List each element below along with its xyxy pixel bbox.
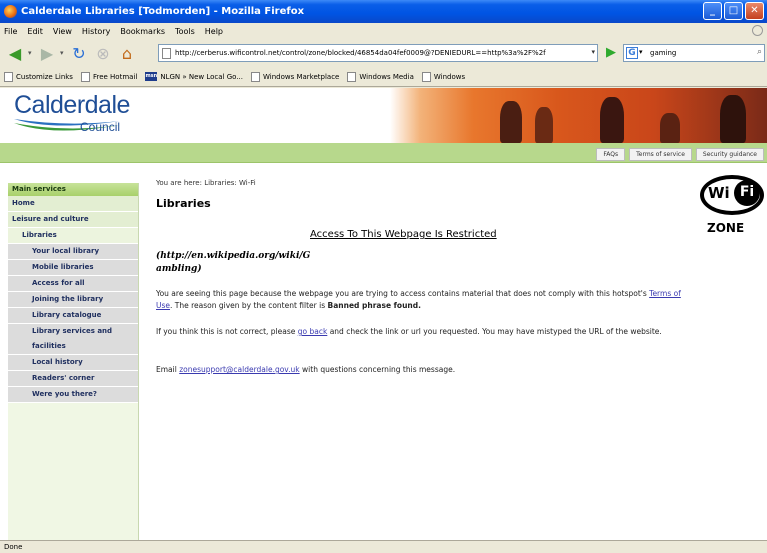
search-engine-dropdown-icon[interactable]: ▾ xyxy=(639,48,643,56)
site-logo-sub: Council xyxy=(80,120,121,134)
sidebar-item-readers-corner[interactable]: Readers' corner xyxy=(8,371,138,387)
block-explanation: You are seeing this page because the web… xyxy=(156,289,681,310)
site-header: Calderdale Council xyxy=(0,88,767,143)
forward-history-dropdown[interactable]: ▾ xyxy=(60,49,68,57)
go-button[interactable]: ▶ xyxy=(603,44,619,62)
sidebar-item-leisure-and-culture[interactable]: Leisure and culture xyxy=(8,212,138,228)
msn-icon: msn xyxy=(145,72,158,81)
reload-button[interactable]: ↻ xyxy=(68,42,90,64)
menu-edit[interactable]: Edit xyxy=(27,27,43,36)
minimize-button[interactable]: _ xyxy=(703,2,722,20)
sidebar-item-library-services[interactable]: Library services and facilities xyxy=(8,324,138,355)
wifi-zone-label: ZONE xyxy=(707,221,745,235)
sidebar-item-mobile-libraries[interactable]: Mobile libraries xyxy=(8,260,138,276)
sidebar-item-home[interactable]: Home xyxy=(8,196,138,212)
page-content: Calderdale Council FAQs Terms of service… xyxy=(0,88,767,540)
firefox-icon xyxy=(4,5,17,18)
support-email-link[interactable]: zonesupport@calderdale.gov.uk xyxy=(179,365,299,374)
search-text: gaming xyxy=(650,49,677,57)
google-icon[interactable]: G xyxy=(626,47,638,59)
restricted-heading: Access To This Webpage Is Restricted xyxy=(310,229,497,240)
bookmark-windows[interactable]: Windows xyxy=(421,71,465,82)
header-banner-image xyxy=(390,88,767,143)
menu-help[interactable]: Help xyxy=(205,27,223,36)
wifi-zone-logo: Wi Fi ZONE xyxy=(698,175,764,255)
forward-button[interactable]: ▶ xyxy=(36,42,58,64)
faqs-link[interactable]: FAQs xyxy=(596,148,626,161)
url-bar[interactable]: http://cerberus.wificontrol.net/control/… xyxy=(158,44,598,62)
go-back-link[interactable]: go back xyxy=(298,327,328,336)
maximize-button[interactable]: □ xyxy=(724,2,743,20)
sidebar-heading: Main services xyxy=(8,183,138,196)
page-title: Libraries xyxy=(156,197,211,210)
sidebar-item-joining-the-library[interactable]: Joining the library xyxy=(8,292,138,308)
page-icon xyxy=(250,71,260,82)
bookmark-customize-links[interactable]: Customize Links xyxy=(4,71,73,82)
bookmark-windows-media[interactable]: Windows Media xyxy=(347,71,414,82)
home-button[interactable]: ⌂ xyxy=(116,42,138,64)
terms-of-service-link[interactable]: Terms of service xyxy=(629,148,692,161)
sidebar-item-libraries[interactable]: Libraries xyxy=(8,228,138,244)
navigation-toolbar: ◀ ▾ ▶ ▾ ↻ ⊗ ⌂ http://cerberus.wificontro… xyxy=(0,39,767,67)
sidebar-item-your-local-library[interactable]: Your local library xyxy=(8,244,138,260)
window-title: Calderdale Libraries [Todmorden] - Mozil… xyxy=(21,6,305,17)
top-links: FAQs Terms of service Security guidance xyxy=(596,148,764,161)
site-nav-bar: FAQs Terms of service Security guidance xyxy=(0,143,767,163)
main-content: You are here: Libraries: Wi-Fi Libraries… xyxy=(140,163,767,540)
search-bar[interactable]: G ▾ gaming ⌕ xyxy=(623,44,765,62)
page-icon xyxy=(80,71,90,82)
bookmarks-toolbar: Customize Links Free Hotmail msn NLGN » N… xyxy=(0,67,767,87)
status-bar: Done xyxy=(0,540,767,553)
sidebar-item-access-for-all[interactable]: Access for all xyxy=(8,276,138,292)
breadcrumb: You are here: Libraries: Wi-Fi xyxy=(156,179,256,187)
page-icon xyxy=(421,71,431,82)
page-icon xyxy=(162,48,171,59)
bookmark-nlgn[interactable]: msn NLGN » New Local Go... xyxy=(145,72,243,81)
back-button[interactable]: ◀ xyxy=(4,42,26,64)
back-history-dropdown[interactable]: ▾ xyxy=(28,49,36,57)
bookmark-windows-marketplace[interactable]: Windows Marketplace xyxy=(250,71,339,82)
support-email-paragraph: Email zonesupport@calderdale.gov.uk with… xyxy=(156,365,456,374)
sidebar: Main services Home Leisure and culture L… xyxy=(8,183,139,540)
url-dropdown-icon[interactable]: ▾ xyxy=(591,48,595,56)
throbber-icon xyxy=(752,25,763,36)
go-back-paragraph: If you think this is not correct, please… xyxy=(156,327,662,336)
url-text: http://cerberus.wificontrol.net/control/… xyxy=(175,49,546,57)
sidebar-item-local-history[interactable]: Local history xyxy=(8,355,138,371)
sidebar-item-were-you-there[interactable]: Were you there? xyxy=(8,387,138,403)
menu-bar: File Edit View History Bookmarks Tools H… xyxy=(0,23,767,39)
menu-view[interactable]: View xyxy=(53,27,72,36)
menu-history[interactable]: History xyxy=(82,27,110,36)
menu-tools[interactable]: Tools xyxy=(175,27,195,36)
page-icon xyxy=(4,71,13,82)
page-icon xyxy=(347,71,357,82)
window-titlebar: Calderdale Libraries [Todmorden] - Mozil… xyxy=(0,0,767,23)
security-guidance-link[interactable]: Security guidance xyxy=(695,148,764,161)
blocked-url: (http://en.wikipedia.org/wiki/G ambling) xyxy=(156,251,311,274)
close-button[interactable]: ✕ xyxy=(745,2,764,20)
stop-button[interactable]: ⊗ xyxy=(92,42,114,64)
sidebar-item-library-catalogue[interactable]: Library catalogue xyxy=(8,308,138,324)
menu-bookmarks[interactable]: Bookmarks xyxy=(120,27,165,36)
search-icon[interactable]: ⌕ xyxy=(757,47,762,57)
window-controls: _ □ ✕ xyxy=(703,2,764,20)
menu-file[interactable]: File xyxy=(4,27,17,36)
block-reason: Banned phrase found. xyxy=(327,301,421,310)
bookmark-free-hotmail[interactable]: Free Hotmail xyxy=(80,71,137,82)
